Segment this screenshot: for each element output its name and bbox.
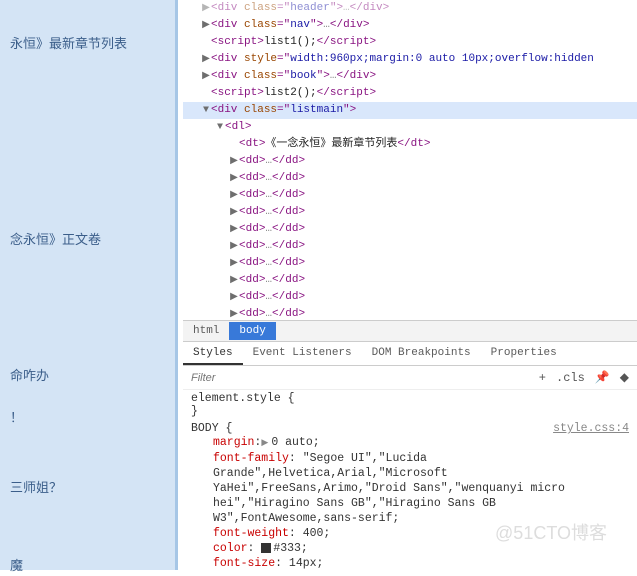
blank-icon <box>201 35 211 50</box>
expand-icon[interactable]: ▶ <box>229 256 239 271</box>
toggle-cls-button[interactable]: .cls <box>556 371 585 385</box>
dom-node[interactable]: <script>list1();</script> <box>183 34 637 51</box>
expand-icon[interactable]: ▶ <box>229 205 239 220</box>
tab-dom-breakpoints[interactable]: DOM Breakpoints <box>362 343 481 365</box>
dom-node[interactable]: ▶<dd>…</dd> <box>183 204 637 221</box>
collapse-icon[interactable]: ▼ <box>201 103 211 118</box>
expand-icon[interactable]: ▶ <box>229 273 239 288</box>
pin-icon[interactable]: 📌 <box>595 370 610 385</box>
expand-icon[interactable]: ▶ <box>201 52 211 67</box>
tab-styles[interactable]: Styles <box>183 343 243 365</box>
dom-node[interactable]: ▶<div style="width:960px;margin:0 auto 1… <box>183 51 637 68</box>
more-icon[interactable]: ◆ <box>620 370 629 385</box>
filter-bar: + .cls 📌 ◆ <box>183 366 637 390</box>
dom-node[interactable]: <script>list2();</script> <box>183 85 637 102</box>
dom-node[interactable]: ▶<dd>…</dd> <box>183 306 637 320</box>
dom-node[interactable]: <dt>《一念永恒》最新章节列表</dt> <box>183 136 637 153</box>
expand-icon[interactable]: ▶ <box>229 154 239 169</box>
dom-node-selected[interactable]: ▼<div class="listmain"> <box>183 102 637 119</box>
crumb-body[interactable]: body <box>229 322 275 340</box>
sidebar-item[interactable]: 念永恒》正文卷 <box>0 230 111 250</box>
expand-icon[interactable]: ▶ <box>229 290 239 305</box>
styles-panel[interactable]: element.style { } style.css:4 BODY { mar… <box>183 390 637 570</box>
filter-input[interactable] <box>191 372 539 384</box>
dom-node[interactable]: ▶<div class="nav">…</div> <box>183 17 637 34</box>
expand-icon[interactable]: ▶ <box>229 188 239 203</box>
expand-icon[interactable]: ▶ <box>201 1 211 16</box>
crumb-html[interactable]: html <box>183 322 229 340</box>
dom-node[interactable]: ▶<dd>…</dd> <box>183 238 637 255</box>
css-prop[interactable]: font-family: "Segoe UI","Lucida Grande",… <box>191 451 629 526</box>
dom-node[interactable]: ▶<dd>…</dd> <box>183 153 637 170</box>
color-swatch-icon[interactable] <box>261 543 271 553</box>
dom-node[interactable]: ▶<dd>…</dd> <box>183 255 637 272</box>
blank-icon <box>229 137 239 152</box>
css-prop[interactable]: color: #333; <box>191 541 629 556</box>
breadcrumb: html body <box>183 320 637 342</box>
rule-selector: element.style { <box>191 392 629 405</box>
dom-node[interactable]: ▶<dd>…</dd> <box>183 187 637 204</box>
expand-icon[interactable]: ▶ <box>201 18 211 33</box>
sidebar-item[interactable]: ！ <box>0 408 33 428</box>
sidebar-item[interactable]: 魔 <box>0 556 33 576</box>
dom-node[interactable]: ▶<dd>…</dd> <box>183 170 637 187</box>
elements-tree[interactable]: ▶<div class="header">…</div> ▶<div class… <box>183 0 637 320</box>
sidebar-item[interactable]: 永恒》最新章节列表 <box>0 34 137 54</box>
css-prop[interactable]: margin:▶0 auto; <box>191 435 629 451</box>
dom-node[interactable]: ▼<dl> <box>183 119 637 136</box>
rule-source-link[interactable]: style.css:4 <box>553 422 629 435</box>
dom-node[interactable]: ▶<div class="header">…</div> <box>183 0 637 17</box>
rule-end: } <box>191 405 629 418</box>
dom-node[interactable]: ▶<dd>…</dd> <box>183 272 637 289</box>
sidebar-item[interactable]: 三师姐？ <box>0 478 72 498</box>
tab-event-listeners[interactable]: Event Listeners <box>243 343 362 365</box>
dom-node[interactable]: ▶<dd>…</dd> <box>183 289 637 306</box>
dom-node[interactable]: ▶<div class="book">…</div> <box>183 68 637 85</box>
style-rule[interactable]: element.style { } <box>191 392 629 418</box>
expand-icon[interactable]: ▶ <box>229 239 239 254</box>
expand-icon[interactable]: ▶ <box>229 307 239 320</box>
styles-tabs: Styles Event Listeners DOM Breakpoints P… <box>183 342 637 366</box>
expand-icon[interactable]: ▶ <box>229 222 239 237</box>
tab-properties[interactable]: Properties <box>481 343 567 365</box>
blank-icon <box>201 86 211 101</box>
sidebar: 永恒》最新章节列表 念永恒》正文卷 命咋办 ！ 三师姐？ 魔 <box>0 0 178 570</box>
expand-icon[interactable]: ▶ <box>201 69 211 84</box>
dom-node[interactable]: ▶<dd>…</dd> <box>183 221 637 238</box>
css-prop[interactable]: font-size: 14px; <box>191 556 629 570</box>
css-prop[interactable]: font-weight: 400; <box>191 526 629 541</box>
add-rule-button[interactable]: + <box>539 371 546 385</box>
sidebar-item[interactable]: 命咋办 <box>0 366 59 386</box>
style-rule[interactable]: style.css:4 BODY { margin:▶0 auto; font-… <box>191 422 629 570</box>
collapse-icon[interactable]: ▼ <box>215 120 225 135</box>
expand-icon[interactable]: ▶ <box>229 171 239 186</box>
expand-icon[interactable]: ▶ <box>261 436 271 451</box>
